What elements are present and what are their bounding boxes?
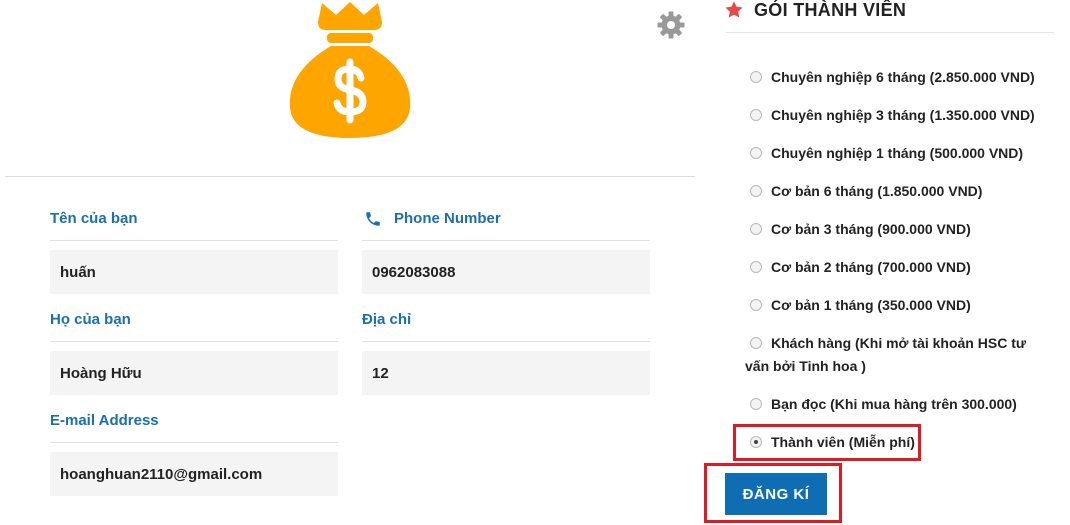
membership-option[interactable]: Bạn đọc (Khi mua hàng trên 300.000) [745,393,1050,416]
gear-icon[interactable] [656,10,686,40]
first-name-label-rule [50,240,338,241]
membership-option[interactable]: Chuyên nghiệp 1 tháng (500.000 VND) [745,142,1050,165]
radio-button[interactable] [750,109,762,121]
membership-option[interactable]: Cơ bản 6 tháng (1.850.000 VND) [745,180,1050,203]
membership-option[interactable]: Chuyên nghiệp 6 tháng (2.850.000 VND) [745,66,1050,89]
membership-option[interactable]: Cơ bản 3 tháng (900.000 VND) [745,218,1050,241]
last-name-label-rule [50,341,338,342]
email-label-rule [50,442,338,443]
phone-label-rule [362,240,650,241]
address-label-rule [362,341,650,342]
email-label: E-mail Address [50,412,159,429]
phone-icon [366,212,380,226]
radio-button[interactable] [750,223,762,235]
radio-button[interactable] [750,398,762,410]
radio-button[interactable] [750,299,762,311]
email-input[interactable] [50,452,338,496]
membership-option[interactable]: Cơ bản 1 tháng (350.000 VND) [745,294,1050,317]
selected-option-highlight [733,424,921,461]
membership-option-label: Cơ bản 3 tháng (900.000 VND) [771,221,971,237]
membership-option-label: Cơ bản 2 tháng (700.000 VND) [771,259,971,275]
money-bag-icon [289,2,411,138]
phone-input[interactable] [362,250,650,294]
radio-button[interactable] [750,261,762,273]
membership-option-label: Cơ bản 6 tháng (1.850.000 VND) [771,183,983,199]
last-name-label: Họ của bạn [50,311,131,328]
header-divider [5,176,695,177]
membership-option-label: Chuyên nghiệp 1 tháng (500.000 VND) [771,145,1024,161]
membership-title: GÓI THÀNH VIÊN [754,0,907,20]
address-label: Địa chỉ [362,311,412,328]
first-name-label: Tên của bạn [50,210,138,227]
register-button[interactable]: ĐĂNG KÍ [725,473,827,515]
radio-button[interactable] [750,147,762,159]
membership-option-label: Chuyên nghiệp 3 tháng (1.350.000 VND) [771,107,1035,123]
membership-option[interactable]: Chuyên nghiệp 3 tháng (1.350.000 VND) [745,104,1050,127]
membership-option-label: Cơ bản 1 tháng (350.000 VND) [771,297,971,313]
first-name-input[interactable] [50,250,338,294]
phone-label: Phone Number [394,210,501,227]
radio-button[interactable] [750,71,762,83]
radio-button[interactable] [750,337,762,349]
membership-title-rule [726,32,1054,33]
last-name-input[interactable] [50,351,338,395]
membership-option[interactable]: Khách hàng (Khi mở tài khoản HSC tư vấn … [745,332,1050,378]
membership-option-label: Khách hàng (Khi mở tài khoản HSC tư vấn … [745,335,1026,374]
radio-button[interactable] [750,185,762,197]
membership-option-label: Chuyên nghiệp 6 tháng (2.850.000 VND) [771,69,1035,85]
membership-option-label: Bạn đọc (Khi mua hàng trên 300.000) [771,396,1017,412]
star-icon [725,1,743,18]
membership-option[interactable]: Cơ bản 2 tháng (700.000 VND) [745,256,1050,279]
address-input[interactable] [362,351,650,395]
